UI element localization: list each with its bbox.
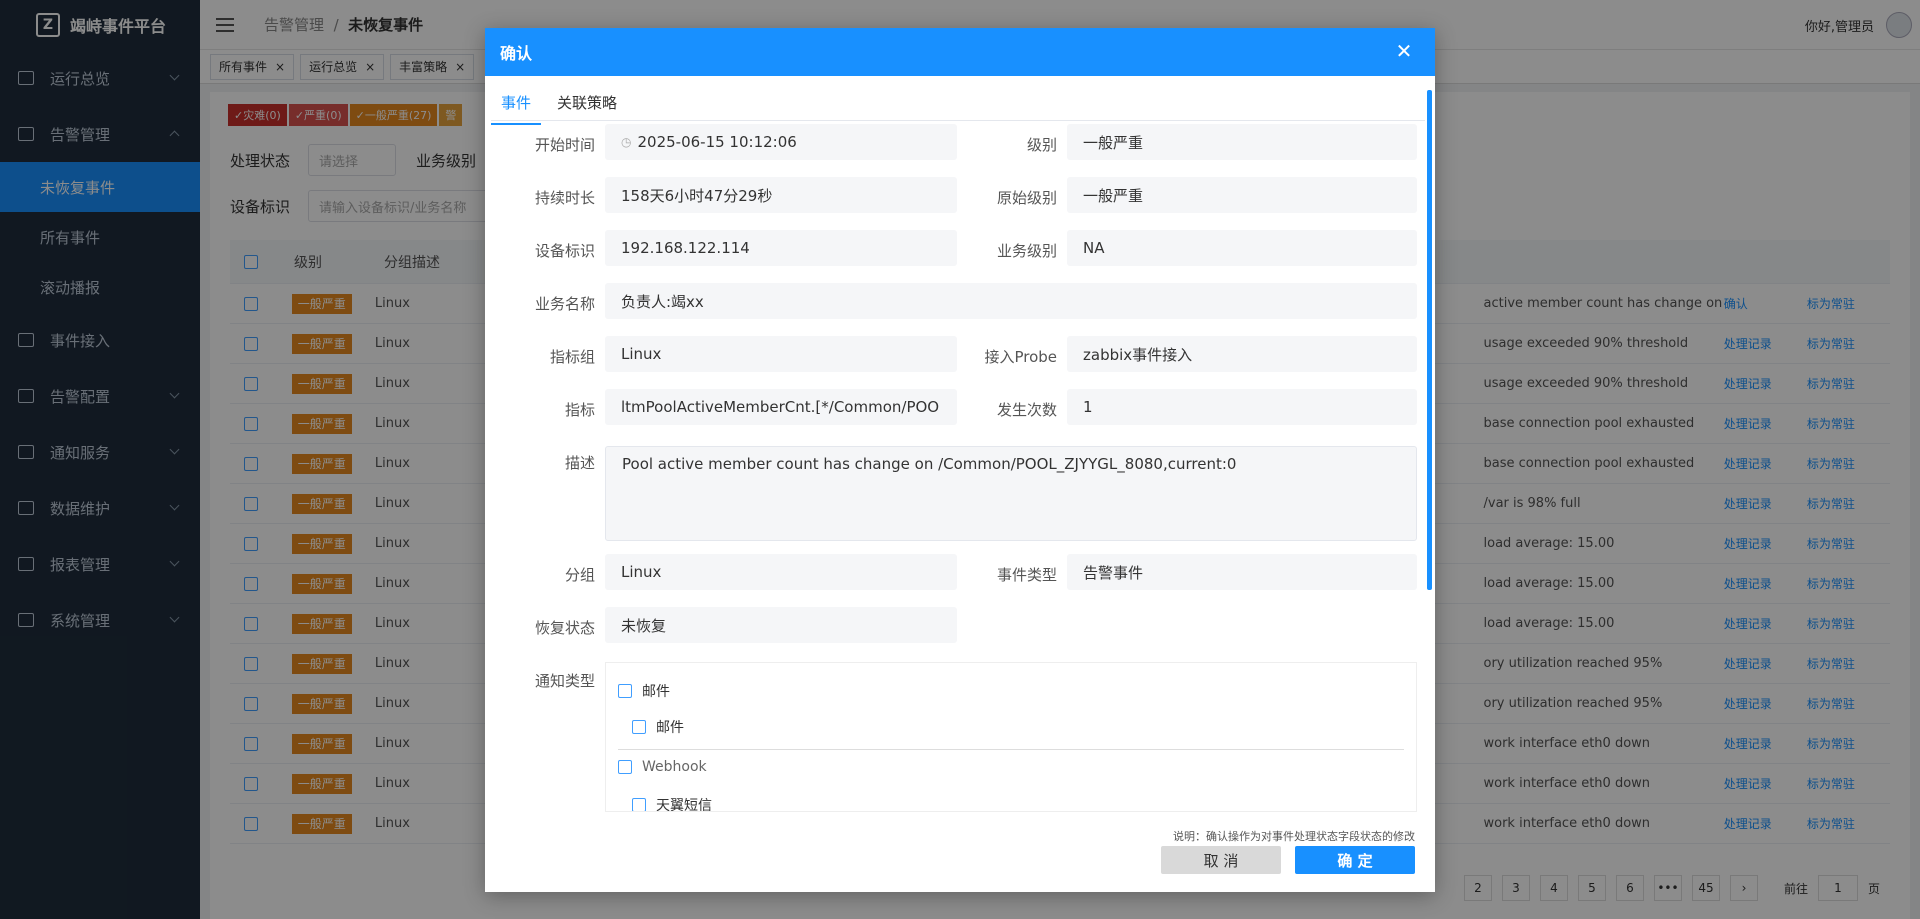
probe-label: 接入Probe: [984, 348, 1057, 366]
description-textarea[interactable]: Pool active member count has change on /…: [605, 446, 1417, 541]
start-time-label: 开始时间: [534, 136, 595, 154]
cancel-button[interactable]: 取 消: [1161, 846, 1281, 874]
checkbox[interactable]: [632, 720, 646, 734]
dialog-scrollbar[interactable]: [1427, 90, 1432, 590]
recovery-field: 未恢复: [605, 607, 957, 643]
notify-suboption-email[interactable]: 邮件: [632, 717, 684, 737]
metric-label: 指标: [564, 401, 595, 419]
recovery-label: 恢复状态: [534, 619, 595, 637]
probe-field: zabbix事件接入: [1067, 336, 1417, 372]
notify-option-email[interactable]: 邮件: [618, 681, 670, 701]
group-label: 分组: [564, 566, 595, 584]
biz-name-label: 业务名称: [534, 295, 595, 313]
device-label: 设备标识: [534, 242, 595, 260]
event-type-label: 事件类型: [996, 566, 1057, 584]
device-field: 192.168.122.114: [605, 230, 957, 266]
notify-type-tree: 邮件 邮件 Webhook 天翼短信: [605, 662, 1417, 812]
checkbox[interactable]: [618, 760, 632, 774]
metric-group-label: 指标组: [549, 348, 595, 366]
count-label: 发生次数: [996, 401, 1057, 419]
confirm-dialog: 确认 ✕ 事件 关联策略 开始时间 ◷ 2025-06-15 10:12:06 级…: [485, 28, 1435, 892]
duration-label: 持续时长: [534, 189, 595, 207]
notify-option-webhook[interactable]: Webhook: [618, 759, 707, 775]
dialog-note: 说明：确认操作为对事件处理状态字段状态的修改: [1173, 830, 1415, 843]
orig-level-label: 原始级别: [996, 189, 1057, 207]
biz-level-field: NA: [1067, 230, 1417, 266]
dialog-title: 确认: [500, 44, 533, 63]
group-field: Linux: [605, 554, 957, 590]
duration-field: 158天6小时47分29秒: [605, 177, 957, 213]
dialog-header: 确认 ✕: [485, 28, 1435, 76]
count-field: 1: [1067, 389, 1417, 425]
start-time-field: ◷ 2025-06-15 10:12:06: [605, 124, 957, 160]
event-type-field: 告警事件: [1067, 554, 1417, 590]
metric-field: ltmPoolActiveMemberCnt.[*/Common/POO: [605, 389, 957, 425]
checkbox[interactable]: [632, 798, 646, 811]
notify-type-label: 通知类型: [534, 672, 595, 690]
confirm-button[interactable]: 确 定: [1295, 846, 1415, 874]
description-label: 描述: [564, 454, 595, 472]
checkbox[interactable]: [618, 684, 632, 698]
biz-name-field: 负责人:竭xx: [605, 283, 1417, 319]
level-field: 一般严重: [1067, 124, 1417, 160]
close-icon[interactable]: ✕: [1395, 41, 1413, 61]
orig-level-field: 一般严重: [1067, 177, 1417, 213]
clock-icon: ◷: [621, 135, 632, 149]
metric-group-field: Linux: [605, 336, 957, 372]
notify-suboption-sms[interactable]: 天翼短信: [632, 795, 712, 811]
biz-level-label: 业务级别: [996, 242, 1057, 260]
level-label: 级别: [1026, 136, 1057, 154]
